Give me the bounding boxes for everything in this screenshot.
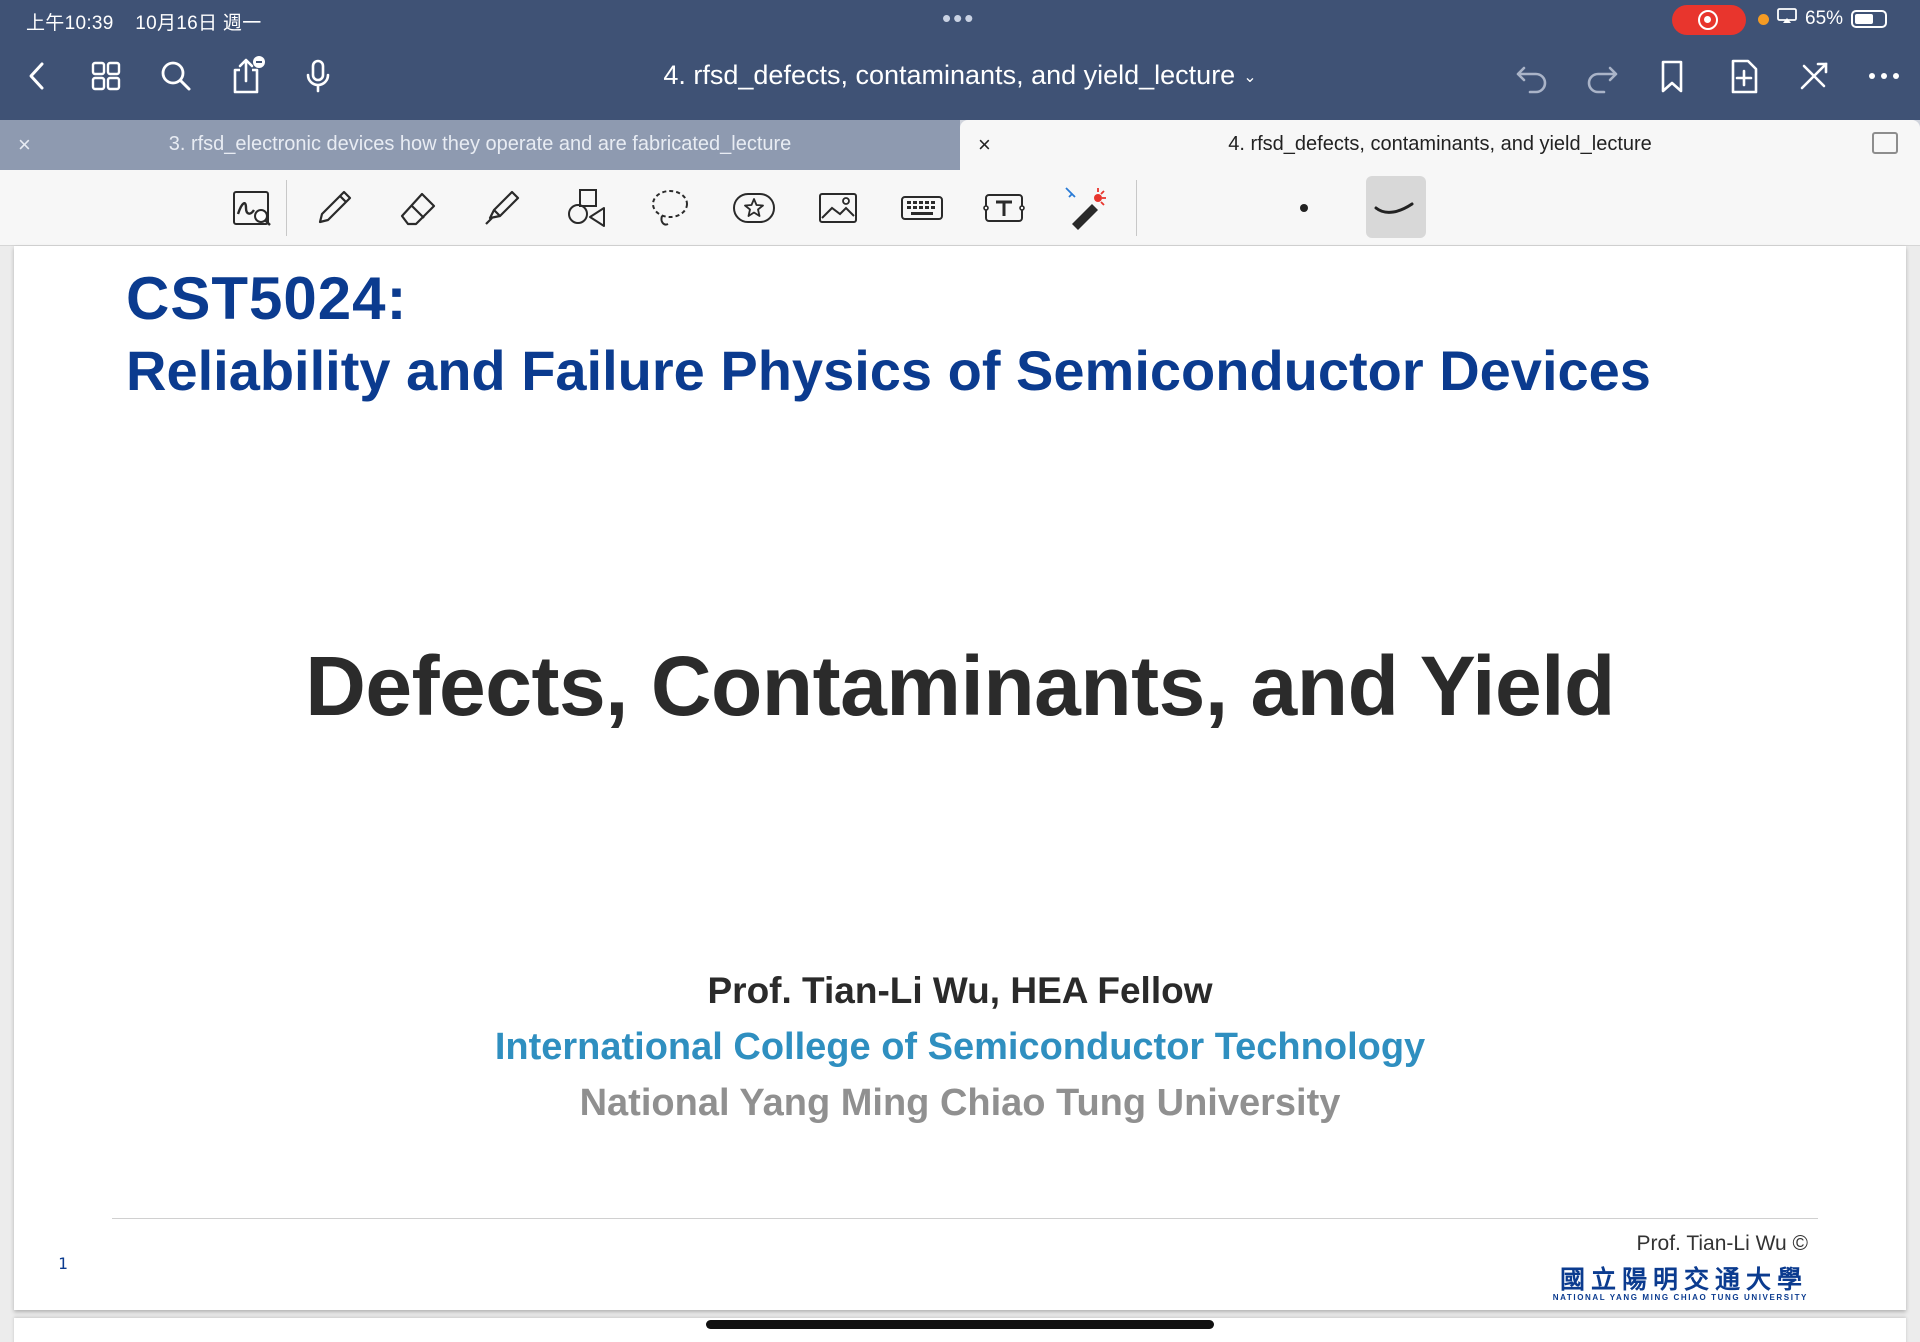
slide-page-number: 1 <box>58 1254 68 1273</box>
footer-divider <box>112 1218 1818 1219</box>
university-logo-english: NATIONAL YANG MING CHIAO TUNG UNIVERSITY <box>1552 1293 1808 1302</box>
pdf-page[interactable]: CST5024: Reliability and Failure Physics… <box>14 246 1906 1310</box>
status-bar-left: 上午10:39 10月16日 週一 <box>26 8 278 35</box>
top-bar: 上午10:39 10月16日 週一 ••• 65% 4. rfsd_defect… <box>0 0 1920 120</box>
status-time: 上午10:39 <box>26 13 114 34</box>
mic-in-use-dot <box>1758 13 1769 25</box>
collapse-toolbar-icon[interactable] <box>1794 56 1834 96</box>
tab-label: 3. rfsd_electronic devices how they oper… <box>168 133 792 155</box>
tab-label: 4. rfsd_defects, contaminants, and yield… <box>1228 133 1652 155</box>
pen-tool-icon[interactable] <box>310 184 358 232</box>
university-name: National Yang Ming Chiao Tung University <box>579 1082 1341 1124</box>
author-name: Prof. Tian-Li Wu, HEA Fellow <box>707 970 1213 1011</box>
battery-percentage: 65% <box>1805 8 1844 29</box>
battery-fill <box>1855 14 1874 24</box>
record-icon <box>1698 10 1718 30</box>
pen-size-dot[interactable] <box>1300 204 1308 212</box>
keyboard-icon[interactable] <box>898 184 946 232</box>
lasso-tool-icon[interactable] <box>646 184 694 232</box>
document-title: 4. rfsd_defects, contaminants, and yield… <box>663 60 1236 90</box>
stroke-curve-icon <box>1374 202 1414 214</box>
highlighter-tool-icon[interactable] <box>478 184 526 232</box>
eraser-tool-icon[interactable] <box>394 184 442 232</box>
toolbar-divider <box>286 180 287 236</box>
handwriting-zoom-icon[interactable] <box>228 184 276 232</box>
bookmark-icon[interactable] <box>1652 56 1692 96</box>
course-code: CST5024: <box>126 265 408 332</box>
university-logo-chinese: 國立陽明交通大學 <box>1559 1265 1808 1294</box>
screen-recording-indicator[interactable] <box>1672 5 1746 35</box>
document-title-dropdown[interactable]: 4. rfsd_defects, contaminants, and yield… <box>0 60 1920 91</box>
shapes-tool-icon[interactable] <box>562 184 610 232</box>
split-view-icon[interactable] <box>1872 132 1898 154</box>
undo-icon[interactable] <box>1512 56 1552 96</box>
copyright-notice: Prof. Tian-Li Wu © <box>1636 1232 1808 1255</box>
home-indicator[interactable] <box>706 1320 1214 1329</box>
tab-lecture-4[interactable]: × 4. rfsd_defects, contaminants, and yie… <box>960 120 1920 170</box>
annotation-toolbar <box>0 170 1920 246</box>
multitasking-dots-icon[interactable]: ••• <box>942 5 975 31</box>
image-tool-icon[interactable] <box>814 184 862 232</box>
more-options-icon[interactable] <box>1864 56 1904 96</box>
tab-lecture-3[interactable]: × 3. rfsd_electronic devices how they op… <box>0 120 960 170</box>
stroke-style-button[interactable] <box>1366 176 1426 238</box>
status-date: 10月16日 週一 <box>135 13 262 34</box>
course-name: Reliability and Failure Physics of Semic… <box>126 339 1651 402</box>
toolbar-divider <box>1136 180 1137 236</box>
add-page-icon[interactable] <box>1724 56 1764 96</box>
airplay-icon <box>1777 8 1797 30</box>
lecture-title: Defects, Contaminants, and Yield <box>305 639 1615 733</box>
laser-pointer-icon[interactable] <box>1062 184 1110 232</box>
college-name: International College of Semiconductor T… <box>494 1026 1426 1068</box>
text-box-icon[interactable] <box>980 184 1028 232</box>
battery-icon <box>1851 10 1888 28</box>
redo-icon[interactable] <box>1582 56 1622 96</box>
elements-sticker-icon[interactable] <box>730 184 778 232</box>
status-bar-right: 65% <box>1758 8 1888 30</box>
chevron-down-icon: ⌄ <box>1243 68 1257 86</box>
tab-bar: × 3. rfsd_electronic devices how they op… <box>0 120 1920 170</box>
